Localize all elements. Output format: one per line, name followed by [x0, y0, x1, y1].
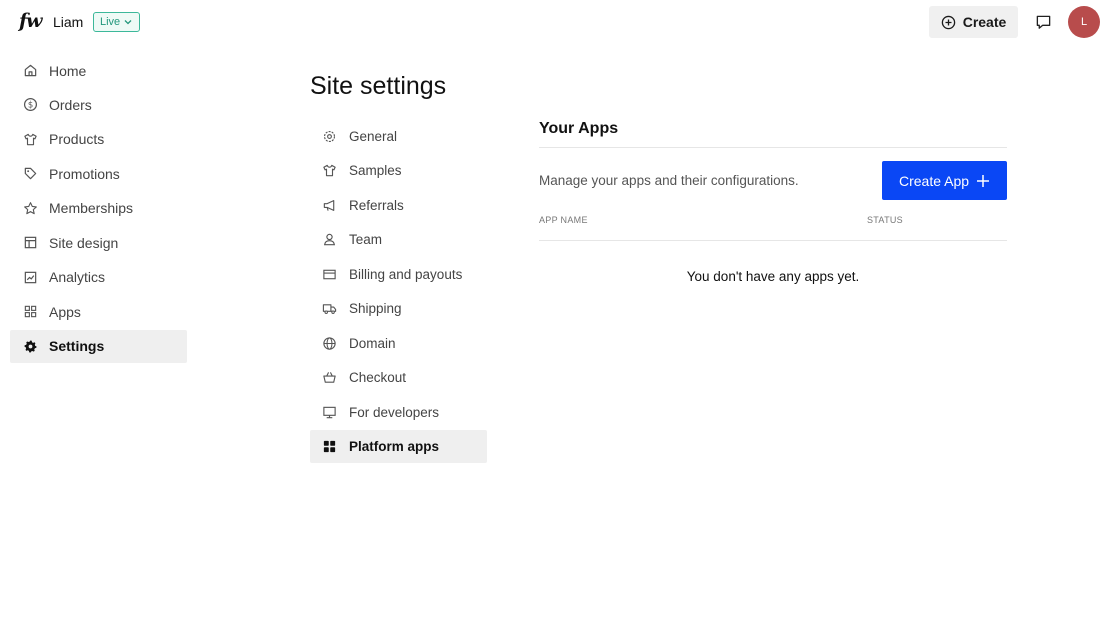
layout-icon — [22, 235, 38, 251]
chat-bubble-icon — [1035, 14, 1052, 31]
settings-item-referrals[interactable]: Referrals — [310, 189, 487, 222]
create-app-button[interactable]: Create App — [882, 161, 1007, 200]
apps-table-header: APP NAME STATUS — [539, 208, 1007, 240]
apps-filled-icon — [321, 438, 337, 454]
settings-item-domain[interactable]: Domain — [310, 327, 487, 360]
sidebar-item-label: Promotions — [49, 165, 120, 182]
home-icon — [22, 63, 38, 79]
sidebar-item-apps[interactable]: Apps — [10, 295, 187, 328]
empty-state-message: You don't have any apps yet. — [686, 269, 860, 284]
dollar-circle-icon: $ — [22, 97, 38, 113]
settings-nav: General Samples Referrals Team Billing a… — [310, 120, 487, 464]
main-sidebar: Home $ Orders Products Promotions Member… — [10, 54, 187, 364]
column-header-status[interactable]: STATUS — [867, 215, 903, 225]
brand-logo[interactable]: fw — [19, 10, 43, 32]
sidebar-item-label: Analytics — [49, 269, 106, 286]
grid-icon — [22, 304, 38, 320]
sidebar-item-label: Orders — [49, 96, 92, 113]
settings-item-label: Billing and payouts — [349, 266, 463, 282]
live-status-badge[interactable]: Live — [93, 12, 141, 32]
settings-item-label: Platform apps — [349, 438, 440, 454]
basket-icon — [321, 370, 337, 386]
sidebar-item-analytics[interactable]: Analytics — [10, 261, 187, 294]
settings-item-platform-apps[interactable]: Platform apps — [310, 429, 487, 463]
page-title: Site settings — [310, 72, 447, 100]
apps-description: Manage your apps and their configuration… — [539, 173, 799, 188]
sidebar-item-label: Memberships — [49, 200, 134, 217]
messages-button[interactable] — [1033, 12, 1053, 32]
table-divider — [539, 240, 1007, 241]
sidebar-item-label: Home — [49, 62, 87, 79]
sidebar-item-label: Products — [49, 131, 105, 148]
truck-icon — [321, 301, 337, 317]
plus-circle-icon — [941, 15, 956, 30]
tshirt-icon — [22, 131, 38, 147]
tshirt-icon — [321, 163, 337, 179]
settings-item-label: Checkout — [349, 370, 407, 386]
settings-item-team[interactable]: Team — [310, 223, 487, 256]
settings-item-shipping[interactable]: Shipping — [310, 292, 487, 325]
create-app-button-label: Create App — [898, 172, 970, 189]
settings-item-label: Samples — [349, 163, 402, 179]
sidebar-item-label: Site design — [49, 234, 119, 251]
star-icon — [22, 200, 38, 216]
live-status-label: Live — [100, 16, 121, 28]
apps-panel: Your Apps Manage your apps and their con… — [539, 120, 1007, 284]
column-header-app-name[interactable]: APP NAME — [539, 215, 588, 225]
settings-item-samples[interactable]: Samples — [310, 154, 487, 187]
sidebar-item-products[interactable]: Products — [10, 123, 187, 156]
settings-item-billing[interactable]: Billing and payouts — [310, 258, 487, 291]
gear-icon — [22, 338, 38, 354]
settings-item-checkout[interactable]: Checkout — [310, 361, 487, 394]
monitor-icon — [321, 404, 337, 420]
sidebar-item-orders[interactable]: $ Orders — [10, 88, 187, 121]
sidebar-item-label: Settings — [49, 338, 105, 354]
sidebar-item-label: Apps — [49, 303, 81, 320]
create-button-label: Create — [962, 14, 1007, 30]
settings-item-label: Domain — [349, 335, 396, 351]
card-icon — [321, 266, 337, 282]
settings-item-label: General — [349, 129, 398, 144]
top-bar: fw Liam Live Create L — [0, 0, 1120, 44]
chevron-down-icon — [123, 17, 133, 27]
create-button[interactable]: Create — [929, 6, 1018, 38]
settings-item-label: For developers — [349, 404, 440, 420]
settings-item-label: Team — [349, 232, 383, 248]
plus-icon — [976, 174, 990, 188]
sidebar-item-settings[interactable]: Settings — [10, 329, 187, 363]
apps-description-row: Manage your apps and their configuration… — [539, 148, 1007, 208]
sidebar-item-promotions[interactable]: Promotions — [10, 157, 187, 190]
globe-icon — [321, 335, 337, 351]
user-avatar[interactable]: L — [1068, 6, 1100, 38]
settings-item-general[interactable]: General — [310, 120, 487, 153]
tag-icon — [22, 166, 38, 182]
settings-item-label: Shipping — [349, 301, 402, 317]
megaphone-icon — [321, 197, 337, 213]
sidebar-item-home[interactable]: Home — [10, 54, 187, 87]
sidebar-item-memberships[interactable]: Memberships — [10, 192, 187, 225]
settings-item-developers[interactable]: For developers — [310, 396, 487, 429]
chart-icon — [22, 269, 38, 285]
sidebar-item-site-design[interactable]: Site design — [10, 226, 187, 259]
gear-icon — [321, 129, 337, 145]
store-name[interactable]: Liam — [53, 14, 83, 30]
user-icon — [321, 232, 337, 248]
settings-item-label: Referrals — [349, 197, 404, 213]
section-title: Your Apps — [539, 120, 619, 137]
svg-text:$: $ — [27, 100, 32, 110]
